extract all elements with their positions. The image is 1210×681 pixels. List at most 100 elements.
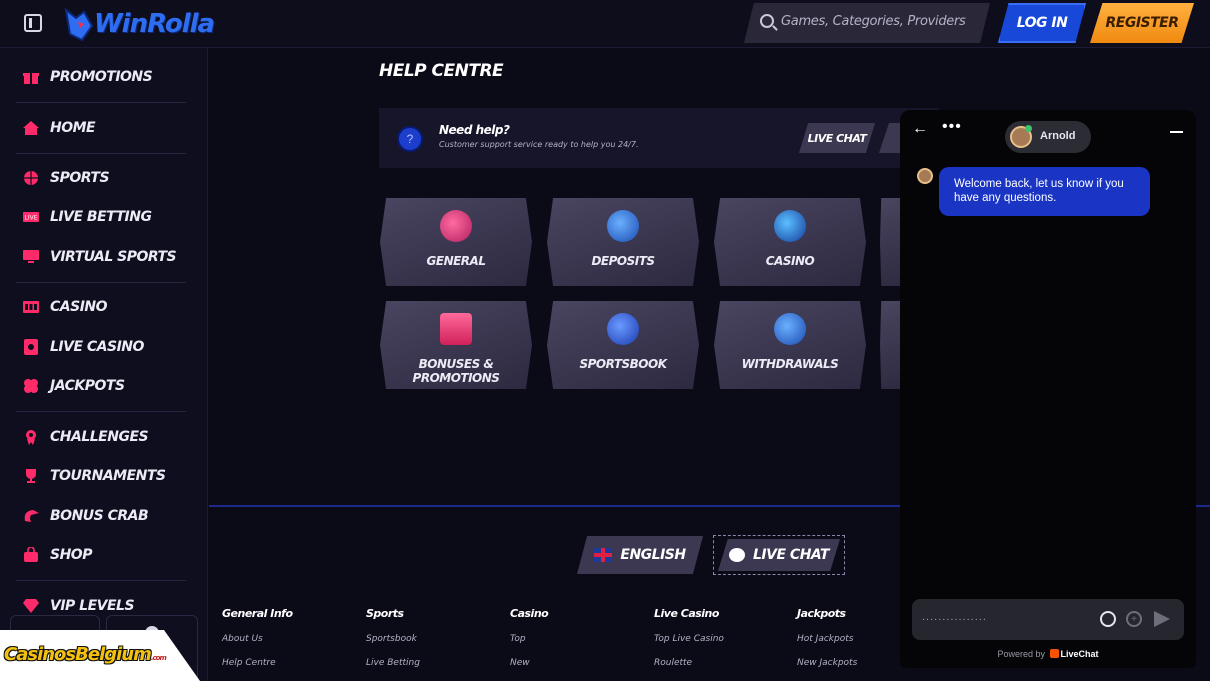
- back-arrow-icon[interactable]: ←: [912, 120, 928, 138]
- sidebar-item-home[interactable]: HOME: [22, 116, 96, 140]
- attach-icon[interactable]: +: [1126, 611, 1142, 627]
- sidebar-item-casino[interactable]: CASINO: [22, 295, 108, 319]
- sidebar-item-live-casino[interactable]: LIVE CASINO: [22, 335, 144, 359]
- sidebar-item-label: JACKPOTS: [50, 378, 125, 394]
- live-icon: LIVE: [22, 208, 40, 226]
- footer-link[interactable]: Hot Jackpots: [797, 634, 857, 644]
- sidebar-item-bonus-crab[interactable]: BONUS CRAB: [22, 504, 149, 528]
- sidebar-item-label: HOME: [50, 120, 96, 136]
- sidebar-item-label: VIRTUAL SPORTS: [50, 249, 177, 265]
- footer-link[interactable]: Sportsbook: [366, 634, 420, 644]
- uk-flag-icon: [594, 548, 613, 562]
- message-input[interactable]: ................: [922, 611, 987, 623]
- sidebar-item-shop[interactable]: SHOP: [22, 543, 92, 567]
- footer-link[interactable]: Roulette: [654, 658, 724, 668]
- register-button[interactable]: REGISTER: [1090, 3, 1194, 43]
- live-chat-label: LIVE CHAT: [753, 547, 829, 563]
- footer-live-chat-button[interactable]: LIVE CHAT: [713, 535, 845, 575]
- sidebar-item-jackpots[interactable]: JACKPOTS: [22, 374, 125, 398]
- footer-column-jackpots: Jackpots Hot Jackpots New Jackpots: [797, 607, 857, 668]
- sidebar-item-tournaments[interactable]: TOURNAMENTS: [22, 464, 166, 488]
- monitor-icon: [22, 248, 40, 266]
- home-icon: [22, 119, 40, 137]
- divider: [16, 153, 186, 154]
- gift-icon: [22, 68, 40, 86]
- top-header: WinRolla Games, Categories, Providers LO…: [0, 0, 1210, 48]
- watermark-text: CasinosBelgium.com: [4, 644, 167, 665]
- sidebar: PROMOTIONS HOME SPORTS LIVE LIVE BETTING…: [0, 48, 208, 681]
- divider: [16, 411, 186, 412]
- category-card-withdrawals[interactable]: WITHDRAWALS: [714, 301, 866, 389]
- sidebar-item-label: LIVE BETTING: [50, 209, 152, 225]
- help-bar: ? Need help? Customer support service re…: [379, 108, 939, 168]
- sidebar-item-label: VIP LEVELS: [50, 598, 135, 614]
- emoji-icon[interactable]: [1100, 611, 1116, 627]
- trophy-icon: [22, 467, 40, 485]
- basketball-icon: [22, 169, 40, 187]
- question-icon: ?: [397, 126, 423, 152]
- footer-link[interactable]: Top Live Casino: [654, 634, 724, 644]
- search-icon: [760, 14, 774, 28]
- card-icon: [22, 338, 40, 356]
- language-button[interactable]: ENGLISH: [577, 536, 703, 574]
- footer-heading: Sports: [366, 607, 404, 620]
- wolf-logo-icon: [64, 7, 94, 42]
- footer-link[interactable]: Top: [510, 634, 548, 644]
- sidebar-item-live-betting[interactable]: LIVE LIVE BETTING: [22, 205, 152, 229]
- footer-heading: Live Casino: [654, 607, 719, 620]
- slot-icon: [22, 298, 40, 316]
- site-logo[interactable]: WinRolla: [64, 4, 215, 44]
- send-icon[interactable]: [1154, 611, 1170, 627]
- search-bar[interactable]: Games, Categories, Providers: [744, 3, 990, 43]
- coins-stack-icon: [774, 313, 806, 345]
- footer-column-live-casino: Live Casino Top Live Casino Roulette: [654, 607, 724, 668]
- footer-column-general-info: General Info About Us Help Centre: [222, 607, 293, 668]
- divider: [16, 102, 186, 103]
- diamond-icon: [22, 597, 40, 615]
- category-card-general[interactable]: GENERAL: [380, 198, 532, 286]
- clover-icon: [22, 377, 40, 395]
- sidebar-item-label: BONUS CRAB: [50, 508, 149, 524]
- chat-bubble-icon: [729, 548, 746, 562]
- powered-by-text: Powered by: [997, 649, 1045, 659]
- footer-heading: General Info: [222, 607, 293, 620]
- logo-text: WinRolla: [94, 9, 215, 39]
- footer-column-casino: Casino Top New: [510, 607, 549, 668]
- sidebar-item-promotions[interactable]: PROMOTIONS: [22, 65, 153, 89]
- message-composer[interactable]: ................ +: [912, 599, 1184, 640]
- help-bar-title: Need help?: [439, 123, 510, 137]
- minimize-icon[interactable]: [1170, 131, 1183, 133]
- footer-link[interactable]: Live Betting: [366, 658, 420, 668]
- category-card-sportsbook[interactable]: SPORTSBOOK: [547, 301, 699, 389]
- sidebar-item-virtual-sports[interactable]: VIRTUAL SPORTS: [22, 245, 177, 269]
- sidebar-toggle-icon[interactable]: [24, 14, 42, 32]
- help-live-chat-button[interactable]: LIVE CHAT: [799, 123, 875, 153]
- category-label: SPORTSBOOK: [579, 357, 667, 371]
- login-button[interactable]: LOG IN: [998, 3, 1086, 43]
- footer-link[interactable]: New Jackpots: [797, 658, 857, 668]
- roulette-icon: [774, 210, 806, 242]
- footer-heading: Jackpots: [797, 607, 846, 620]
- sidebar-item-sports[interactable]: SPORTS: [22, 166, 110, 190]
- footer-link[interactable]: Help Centre: [222, 658, 293, 668]
- footer-link[interactable]: About Us: [222, 634, 293, 644]
- message-avatar: [917, 168, 933, 184]
- page-title: HELP CENTRE: [379, 61, 504, 81]
- footer-link[interactable]: New: [510, 658, 548, 668]
- powered-by[interactable]: Powered by LiveChat: [900, 649, 1196, 659]
- sidebar-item-challenges[interactable]: CHALLENGES: [22, 425, 149, 449]
- category-card-deposits[interactable]: DEPOSITS: [547, 198, 699, 286]
- more-options-icon[interactable]: •••: [942, 118, 962, 136]
- divider: [16, 282, 186, 283]
- livechat-brand: LiveChat: [1060, 649, 1099, 659]
- agent-name: Arnold: [1040, 130, 1076, 142]
- language-label: ENGLISH: [620, 547, 686, 563]
- category-label: DEPOSITS: [591, 254, 655, 268]
- category-card-bonuses[interactable]: BONUSES & PROMOTIONS: [380, 301, 532, 389]
- category-card-casino[interactable]: CASINO: [714, 198, 866, 286]
- medal-icon: [22, 428, 40, 446]
- coins-icon: [607, 210, 639, 242]
- sidebar-item-label: SPORTS: [50, 170, 110, 186]
- search-input[interactable]: Games, Categories, Providers: [781, 14, 966, 29]
- category-label: CASINO: [765, 254, 815, 268]
